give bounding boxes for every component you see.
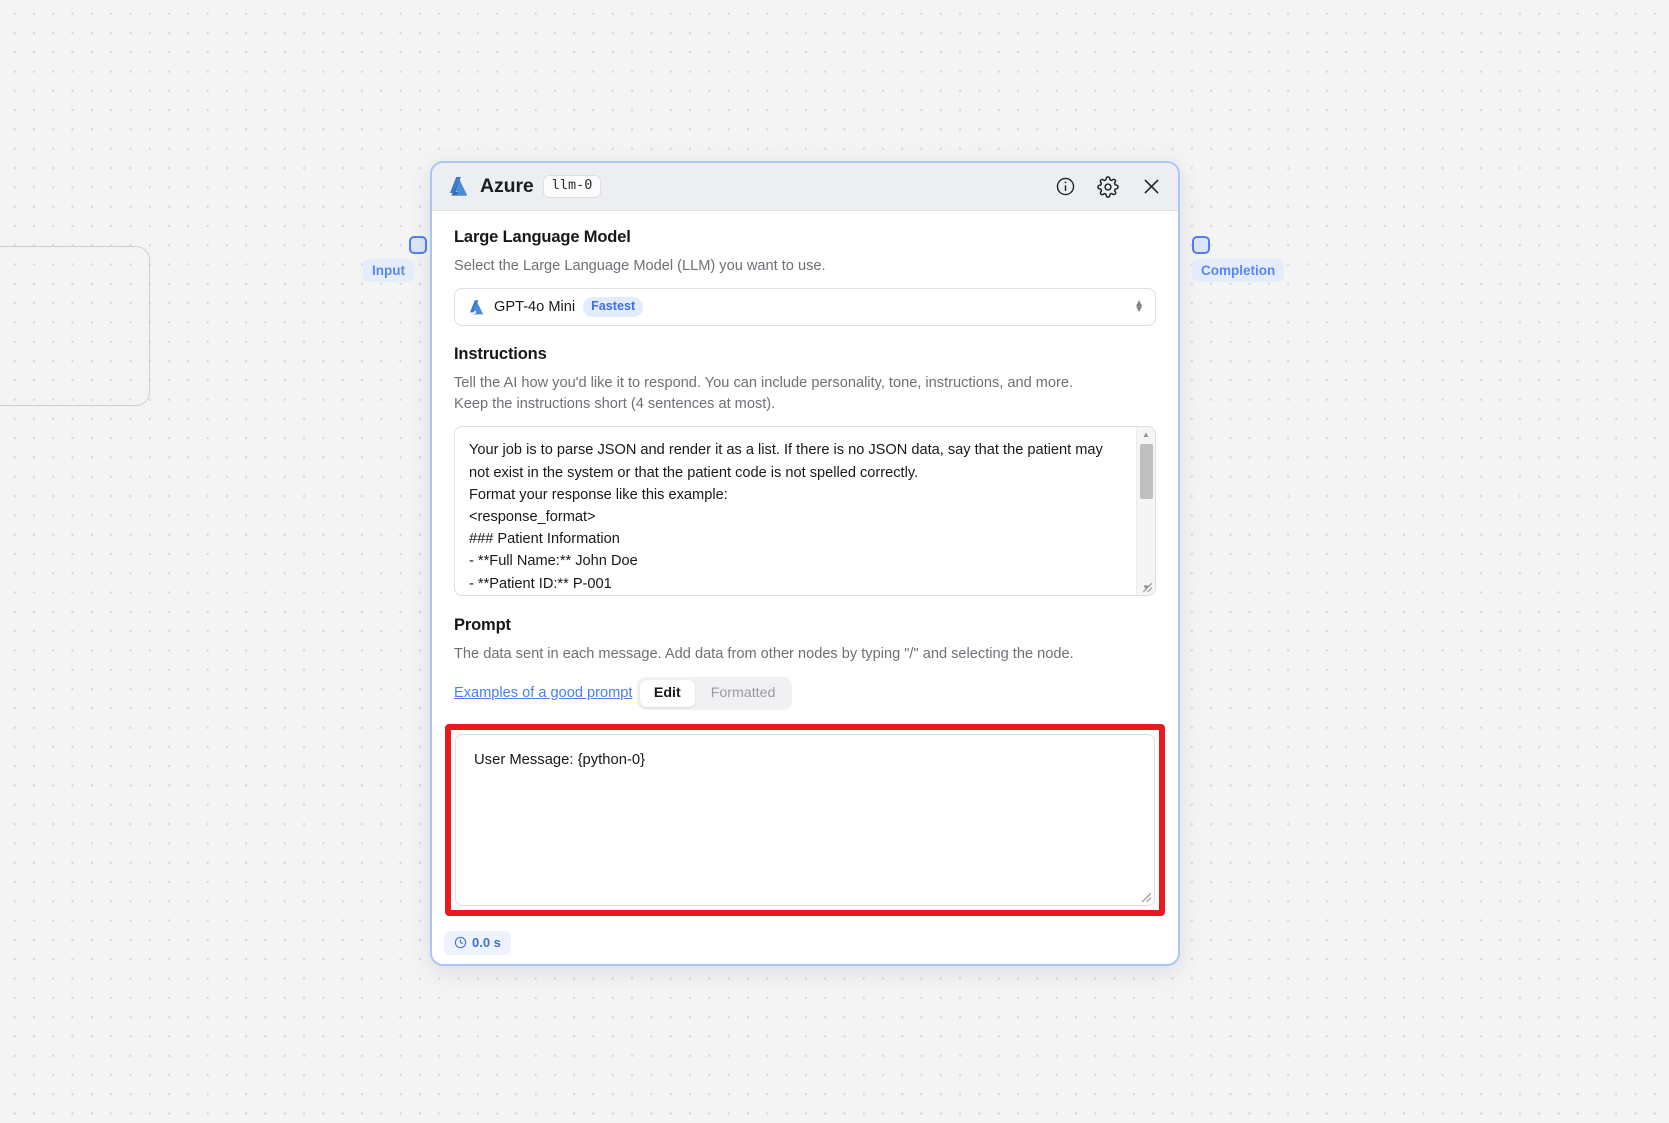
llm-section-description: Select the Large Language Model (LLM) yo… [454, 258, 826, 274]
execution-timer: 0.0 s [444, 931, 511, 955]
output-port-label: Completion [1192, 259, 1285, 282]
input-port-handle[interactable] [409, 236, 427, 254]
execution-timer-label: 0.0 s [472, 935, 501, 950]
prompt-examples-link[interactable]: Examples of a good prompt [454, 685, 632, 701]
instructions-scrollbar[interactable]: ▲ ▼ [1136, 427, 1155, 596]
input-port-label: Input [363, 259, 414, 282]
node-id-badge: llm-0 [542, 175, 602, 198]
llm-section-title: Large Language Model [454, 228, 631, 246]
instructions-textarea-value[interactable]: Your job is to parse JSON and render it … [455, 427, 1136, 595]
node-title: Azure [480, 175, 534, 197]
instructions-section-title: Instructions [454, 345, 547, 364]
instructions-section-description: Tell the AI how you'd like it to respond… [454, 375, 1074, 413]
model-select[interactable]: GPT-4o Mini Fastest ▲ ▼ [454, 288, 1156, 327]
selected-model-label: GPT-4o Mini [494, 299, 576, 316]
azure-logo-icon [449, 176, 468, 196]
prompt-textarea-value[interactable]: User Message: {python-0} [456, 735, 1154, 771]
chevron-updown-icon[interactable]: ▲ ▼ [1134, 298, 1144, 315]
prompt-textarea[interactable]: User Message: {python-0} [455, 733, 1155, 906]
resize-grip-icon[interactable] [1140, 580, 1153, 593]
prompt-section-title: Prompt [454, 616, 511, 635]
node-footer: 0.0 s [432, 922, 1178, 964]
clock-icon [454, 936, 467, 949]
close-icon[interactable] [1139, 175, 1163, 199]
info-icon[interactable] [1053, 175, 1077, 199]
output-port-handle[interactable] [1192, 236, 1210, 254]
gear-icon[interactable] [1096, 175, 1120, 199]
prompt-highlight-outline: User Message: {python-0} [445, 723, 1165, 916]
adjacent-node-outline [0, 246, 150, 406]
node-body: Large Language Model Select the Large La… [432, 211, 1178, 922]
resize-grip-icon[interactable] [1139, 890, 1152, 903]
tab-edit[interactable]: Edit [639, 679, 695, 707]
node-header: Azure llm-0 [432, 163, 1178, 211]
scrollbar-thumb[interactable] [1140, 444, 1153, 500]
instructions-textarea[interactable]: Your job is to parse JSON and render it … [454, 426, 1156, 597]
model-speed-badge: Fastest [583, 297, 644, 317]
llm-node-panel[interactable]: Azure llm-0 Large Language Model Select … [430, 161, 1180, 966]
azure-logo-icon [469, 299, 484, 315]
prompt-section-description: The data sent in each message. Add data … [454, 646, 1074, 663]
scroll-up-icon[interactable]: ▲ [1137, 427, 1155, 442]
scrollbar-track[interactable] [1137, 442, 1155, 580]
tab-formatted[interactable]: Formatted [697, 680, 790, 707]
prompt-view-tabs[interactable]: Edit Formatted [636, 676, 793, 710]
